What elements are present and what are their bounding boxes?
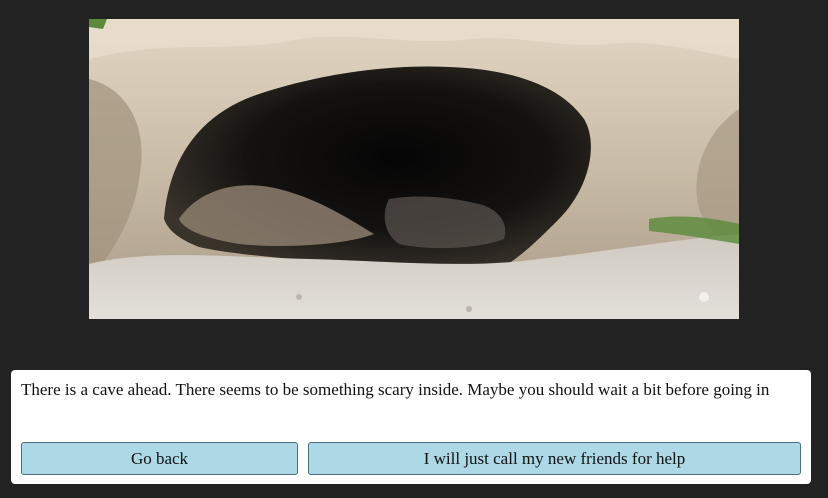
scene-image xyxy=(89,19,739,319)
dialog-box: There is a cave ahead. There seems to be… xyxy=(11,370,811,484)
cave-illustration xyxy=(89,19,739,319)
go-back-button[interactable]: Go back xyxy=(21,442,298,475)
dialog-text: There is a cave ahead. There seems to be… xyxy=(21,380,770,399)
call-friends-button[interactable]: I will just call my new friends for help xyxy=(308,442,801,475)
choice-list: Go back I will just call my new friends … xyxy=(21,442,801,475)
